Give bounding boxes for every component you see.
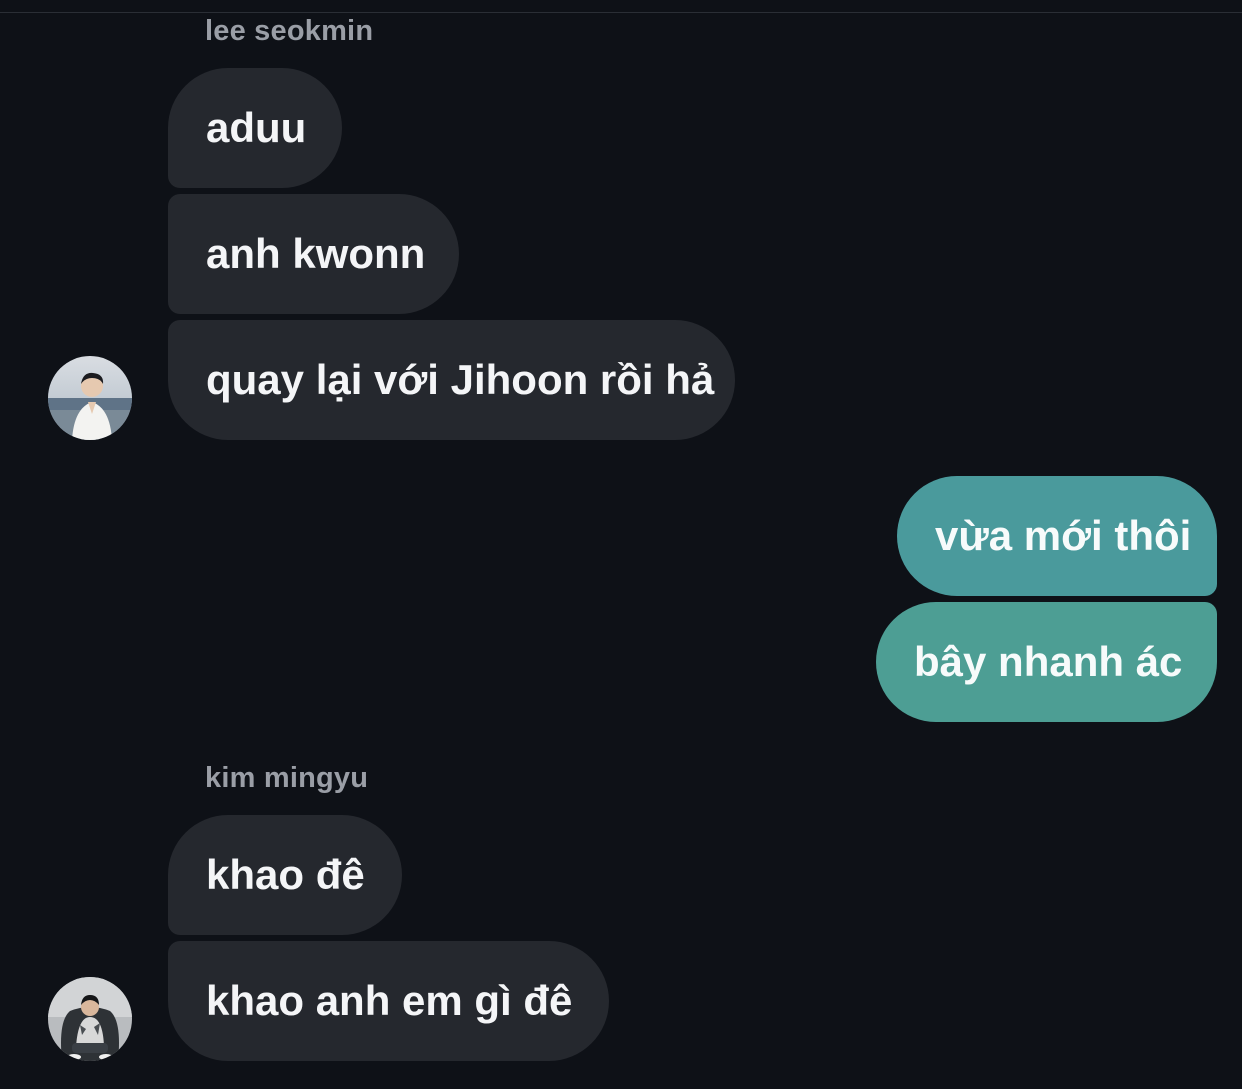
sender-name-lee-seokmin: lee seokmin bbox=[205, 15, 374, 47]
message-text: quay lại với Jihoon rồi hả bbox=[206, 356, 715, 403]
avatar-kim-mingyu[interactable] bbox=[48, 977, 132, 1061]
message-text: vừa mới thôi bbox=[935, 512, 1192, 559]
message-text: khao đê bbox=[206, 851, 365, 898]
message-text: anh kwonn bbox=[206, 230, 426, 277]
user-avatar-photo-beach-icon bbox=[48, 356, 132, 440]
message-text: aduu bbox=[206, 104, 307, 151]
outgoing-message-bubble[interactable]: vừa mới thôi bbox=[897, 476, 1217, 596]
sender-name-kim-mingyu: kim mingyu bbox=[205, 762, 369, 794]
message-text: bây nhanh ác bbox=[914, 638, 1183, 685]
chat-screen: lee seokmin aduu anh kwonn quay lại với … bbox=[0, 0, 1242, 1089]
top-divider bbox=[0, 12, 1242, 13]
message-bubble[interactable]: khao anh em gì đê bbox=[168, 941, 609, 1061]
avatar-lee-seokmin[interactable] bbox=[48, 356, 132, 440]
outgoing-message-bubble[interactable]: bây nhanh ác bbox=[876, 602, 1217, 722]
user-avatar-photo-seated-icon bbox=[48, 977, 132, 1061]
message-bubble[interactable]: quay lại với Jihoon rồi hả bbox=[168, 320, 735, 440]
message-text: khao anh em gì đê bbox=[206, 977, 573, 1024]
message-bubble[interactable]: anh kwonn bbox=[168, 194, 459, 314]
message-bubble[interactable]: khao đê bbox=[168, 815, 402, 935]
message-bubble[interactable]: aduu bbox=[168, 68, 342, 188]
